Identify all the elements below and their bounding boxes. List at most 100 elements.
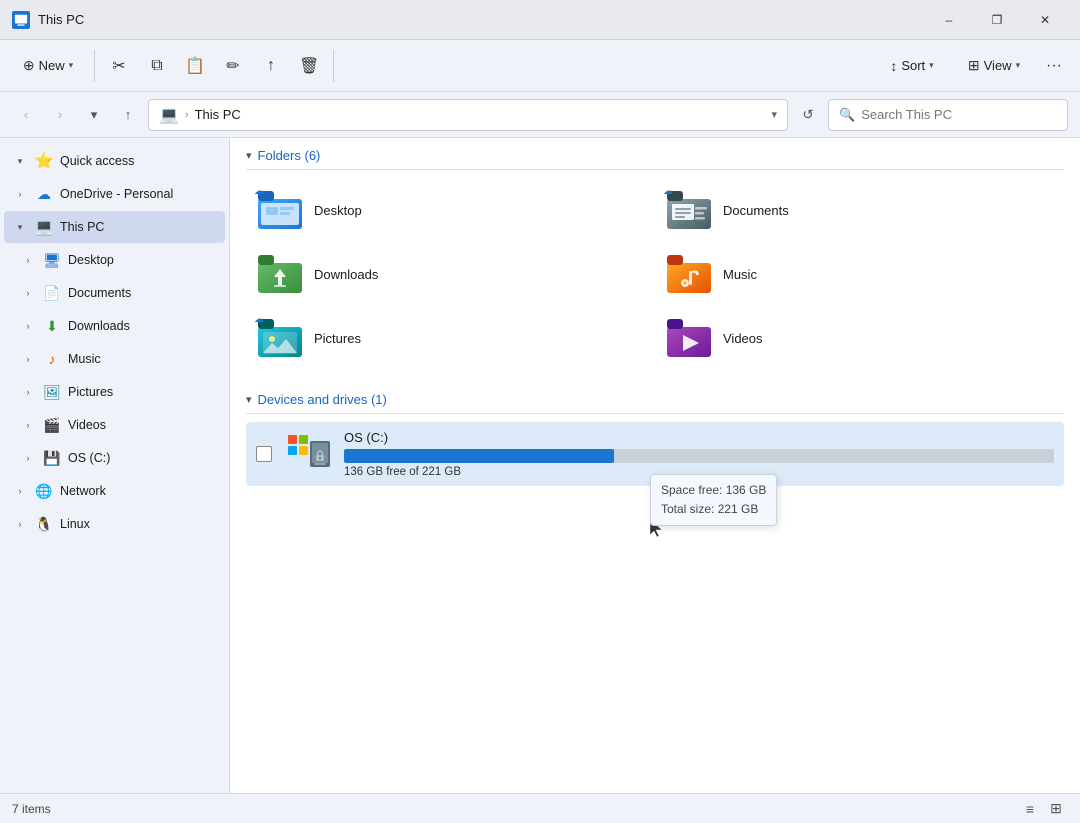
forward-button[interactable]: ›	[46, 101, 74, 129]
drive-name: OS (C:)	[344, 430, 1054, 445]
downloads-folder-icon	[256, 250, 304, 298]
grid-view-icon: ⊞	[1050, 800, 1062, 817]
copy-icon: ⧉	[151, 57, 162, 75]
main-area: ▾ ⭐ Quick access › ☁ OneDrive - Personal…	[0, 138, 1080, 793]
sidebar-item-osc[interactable]: › 💾 OS (C:)	[4, 442, 225, 474]
new-button[interactable]: ⊕ New ▾	[8, 44, 88, 88]
sort-chevron-icon: ▾	[929, 60, 934, 71]
drive-bar-fill	[344, 449, 614, 463]
toolbar-right: ↕ Sort ▾ ⊞ View ▾ ···	[872, 44, 1072, 88]
sidebar-label-videos: Videos	[68, 418, 106, 432]
paste-button[interactable]: 📋	[177, 44, 213, 88]
list-view-icon: ≡	[1026, 801, 1034, 817]
sidebar-item-linux[interactable]: › 🐧 Linux	[4, 508, 225, 540]
view-icon: ⊞	[968, 57, 980, 74]
more-button[interactable]: ···	[1036, 44, 1072, 88]
expand-icon: ›	[12, 186, 28, 202]
copy-button[interactable]: ⧉	[139, 44, 175, 88]
folder-desktop[interactable]: ☁ Desktop	[246, 178, 655, 242]
drive-icon: 💾	[42, 448, 62, 468]
new-chevron-icon: ▾	[69, 60, 74, 71]
rename-button[interactable]: ✏	[215, 44, 251, 88]
drives-section: OS (C:) 136 GB free of 221 GB Space free…	[230, 414, 1080, 498]
sidebar-item-music[interactable]: › ♪ Music	[4, 343, 225, 375]
sidebar-label-documents: Documents	[68, 286, 131, 300]
folders-grid: ☁ Desktop ☁	[230, 170, 1080, 374]
computer-icon: 💻	[34, 217, 54, 237]
sidebar: ▾ ⭐ Quick access › ☁ OneDrive - Personal…	[0, 138, 230, 793]
search-input[interactable]	[861, 107, 1057, 122]
sidebar-item-videos[interactable]: › 🎬 Videos	[4, 409, 225, 441]
maximize-button[interactable]: ❐	[974, 4, 1020, 36]
cloud-badge-pictures: ☁	[254, 314, 264, 325]
cloud-badge-desktop: ☁	[254, 186, 264, 197]
folder-pictures[interactable]: ☁ Pictures	[246, 306, 655, 370]
network-icon: 🌐	[34, 481, 54, 501]
delete-button[interactable]: 🗑	[291, 44, 327, 88]
drive-osc[interactable]: OS (C:) 136 GB free of 221 GB	[246, 422, 1064, 486]
sidebar-item-network[interactable]: › 🌐 Network	[4, 475, 225, 507]
address-separator: ›	[185, 109, 189, 121]
downloads-folder-icon: ⬇	[42, 316, 62, 336]
videos-folder-icon	[665, 314, 713, 362]
drives-expand-icon: ▾	[246, 393, 252, 406]
sidebar-label-music: Music	[68, 352, 101, 366]
folder-documents[interactable]: ☁ Documents	[655, 178, 1064, 242]
window-title: This PC	[38, 12, 84, 27]
separator-1	[94, 50, 95, 82]
sidebar-item-quick-access[interactable]: ▾ ⭐ Quick access	[4, 145, 225, 177]
new-icon: ⊕	[23, 57, 35, 74]
refresh-button[interactable]: ↺	[794, 101, 822, 129]
videos-folder-icon: 🎬	[42, 415, 62, 435]
pictures-folder-icon: 🖼	[42, 382, 62, 402]
cursor	[650, 519, 666, 539]
desktop-folder-icon: 🖥	[42, 250, 62, 270]
items-count: 7 items	[12, 802, 51, 816]
sidebar-label-linux: Linux	[60, 517, 90, 531]
folder-downloads[interactable]: Downloads	[246, 242, 655, 306]
drive-checkbox[interactable]	[256, 446, 272, 462]
drives-section-header[interactable]: ▾ Devices and drives (1)	[230, 382, 1080, 413]
sidebar-item-this-pc[interactable]: ▾ 💻 This PC	[4, 211, 225, 243]
folder-videos[interactable]: Videos	[655, 306, 1064, 370]
folder-music[interactable]: Music	[655, 242, 1064, 306]
view-chevron-icon: ▾	[1016, 60, 1021, 71]
sidebar-item-pictures[interactable]: › 🖼 Pictures	[4, 376, 225, 408]
status-bar: 7 items ≡ ⊞	[0, 793, 1080, 823]
grid-view-button[interactable]: ⊞	[1044, 797, 1068, 821]
cut-icon: ✂	[112, 56, 125, 76]
sidebar-item-documents[interactable]: › 📄 Documents	[4, 277, 225, 309]
folder-pictures-label: Pictures	[314, 331, 361, 346]
new-label: New	[39, 58, 65, 73]
view-button[interactable]: ⊞ View ▾	[954, 44, 1034, 88]
back-button[interactable]: ‹	[12, 101, 40, 129]
tooltip-total: Total size: 221 GB	[661, 500, 766, 519]
music-folder-icon: ♪	[42, 349, 62, 369]
address-bar: ‹ › ▾ ↑ 💻 › This PC ▾ ↺ 🔍	[0, 92, 1080, 138]
sidebar-item-downloads[interactable]: › ⬇ Downloads	[4, 310, 225, 342]
search-box[interactable]: 🔍	[828, 99, 1068, 131]
list-view-button[interactable]: ≡	[1018, 797, 1042, 821]
expand-icon: ▾	[12, 153, 28, 169]
cut-button[interactable]: ✂	[101, 44, 137, 88]
separator-2	[333, 50, 334, 82]
view-toggle: ≡ ⊞	[1018, 797, 1068, 821]
sidebar-item-onedrive[interactable]: › ☁ OneDrive - Personal	[4, 178, 225, 210]
folders-section-header[interactable]: ▾ Folders (6)	[230, 138, 1080, 169]
share-button[interactable]: ↑	[253, 44, 289, 88]
sidebar-label-downloads: Downloads	[68, 319, 130, 333]
linux-icon: 🐧	[34, 514, 54, 534]
sidebar-item-desktop[interactable]: › 🖥 Desktop	[4, 244, 225, 276]
search-icon: 🔍	[839, 107, 855, 123]
drive-bar	[344, 449, 1054, 463]
sidebar-label-osc: OS (C:)	[68, 451, 110, 465]
minimize-button[interactable]: –	[926, 4, 972, 36]
up-button[interactable]: ↑	[114, 101, 142, 129]
sidebar-label-quick-access: Quick access	[60, 154, 134, 168]
history-button[interactable]: ▾	[80, 101, 108, 129]
sidebar-label-pictures: Pictures	[68, 385, 113, 399]
expand-icon: ›	[20, 450, 36, 466]
close-button[interactable]: ✕	[1022, 4, 1068, 36]
sort-button[interactable]: ↕ Sort ▾	[872, 44, 952, 88]
address-input[interactable]: 💻 › This PC ▾	[148, 99, 788, 131]
